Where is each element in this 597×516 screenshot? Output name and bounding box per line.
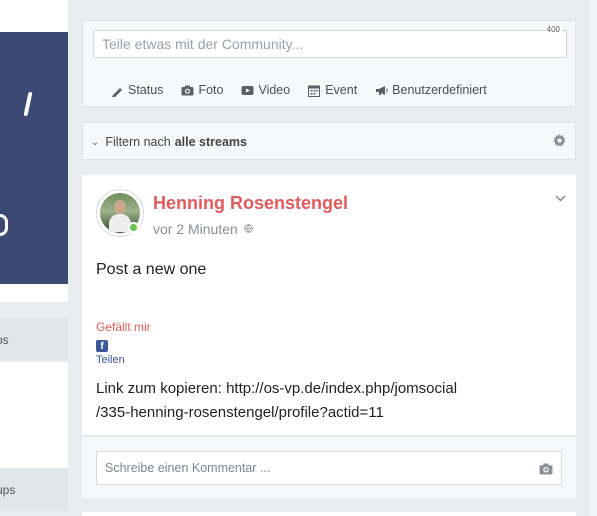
post-content: Post a new one: [96, 261, 207, 278]
filter-value: alle streams: [174, 135, 247, 149]
scrollbar[interactable]: [590, 0, 597, 516]
chevron-down-icon: ⌄: [91, 136, 100, 148]
profile-banner: [0, 32, 68, 284]
globe-icon: [244, 223, 253, 235]
like-link[interactable]: Gefällt mir: [96, 320, 151, 334]
composer-actions: Status Foto Video Event Benutzerdefinier…: [111, 83, 505, 97]
event-button[interactable]: Event: [308, 83, 357, 97]
video-button[interactable]: Video: [241, 83, 290, 97]
stream-filter[interactable]: ⌄ Filtern nach alle streams: [82, 122, 576, 160]
share-link[interactable]: Teilen: [96, 354, 125, 366]
status-button[interactable]: Status: [111, 83, 163, 97]
sidebar-tab-videos[interactable]: os: [0, 318, 68, 360]
filter-label: ⌄ Filtern nach alle streams: [91, 135, 247, 149]
calendar-icon: [308, 85, 321, 97]
sidebar-section: [0, 362, 68, 468]
comment-input[interactable]: [97, 452, 561, 484]
post-author-link[interactable]: Henning Rosenstengel: [153, 193, 348, 214]
post-timestamp[interactable]: vor 2 Minuten: [153, 221, 253, 237]
post-options-chevron-icon[interactable]: [555, 191, 566, 205]
pencil-icon: [111, 85, 124, 97]
stream-post: Henning Rosenstengel vor 2 Minuten Post …: [82, 175, 576, 435]
custom-button[interactable]: Benutzerdefiniert: [375, 83, 487, 97]
comment-section: [82, 436, 576, 498]
megaphone-icon: [375, 85, 388, 96]
next-post-card: [82, 512, 576, 516]
profile-card: [0, 0, 68, 302]
status-input[interactable]: [94, 31, 566, 57]
char-counter: 400: [544, 25, 562, 34]
copy-link-text: Link zum kopieren: http://os-vp.de/index…: [96, 380, 458, 421]
camera-icon[interactable]: [539, 462, 553, 480]
photo-button[interactable]: Foto: [181, 83, 223, 97]
composer-input-wrap: 400: [93, 25, 567, 58]
online-status-icon: [128, 222, 139, 233]
sidebar-tab-groups[interactable]: ups: [0, 468, 68, 510]
gear-icon[interactable]: [553, 134, 567, 148]
comment-box: [96, 451, 562, 485]
post-composer: 400 Status Foto Video Event: [82, 20, 576, 107]
facebook-icon[interactable]: f: [96, 340, 108, 352]
camera-icon: [181, 85, 194, 96]
video-icon: [241, 85, 254, 96]
